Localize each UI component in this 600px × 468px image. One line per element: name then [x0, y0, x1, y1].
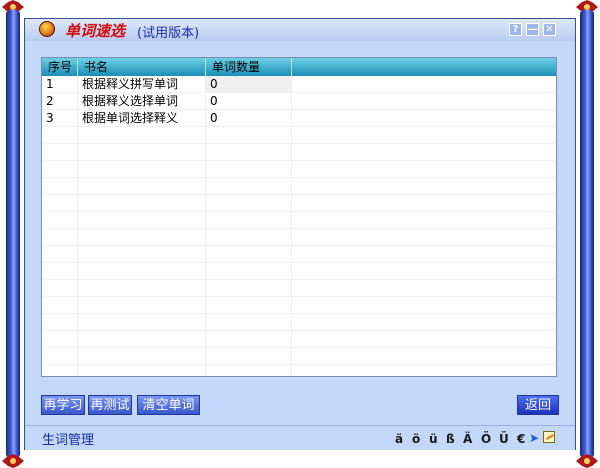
relearn-button[interactable]: 再学习: [41, 395, 85, 415]
char-a-umlaut[interactable]: ä: [395, 432, 403, 446]
row-book-name: 根据释义选择单词: [82, 94, 179, 108]
row-index: 3: [46, 111, 54, 125]
note-edit-icon[interactable]: [543, 431, 555, 443]
row-book-name: 根据单词选择释义: [82, 111, 179, 125]
row-index: 2: [46, 94, 54, 108]
char-A-umlaut[interactable]: Ä: [463, 432, 472, 446]
rod-finial-bottom-right: [576, 454, 598, 468]
char-u-umlaut[interactable]: ü: [429, 432, 438, 446]
app-logo-icon: [39, 21, 55, 37]
title-bar[interactable]: 单词速选 (试用版本) ? — ✕: [25, 19, 575, 41]
app-name: 单词速选: [65, 22, 126, 40]
column-header-count[interactable]: 单词数量: [206, 58, 292, 76]
table-row[interactable]: 2 根据释义选择单词 0: [42, 93, 556, 110]
close-icon[interactable]: ✕: [543, 23, 556, 36]
row-book-name: 根据释义拼写单词: [82, 77, 179, 91]
rod-finial-bottom-left: [2, 454, 24, 468]
back-button[interactable]: 返回: [517, 395, 559, 415]
scroll-rod-left: [2, 0, 24, 468]
row-word-count: 0: [210, 94, 218, 108]
status-bar: 生词管理 ä ö ü ß Ä Ö Ü € ➤: [25, 425, 575, 450]
word-book-table: 序号 书名 单词数量 1 根据释义拼写单词 0 2 根据释义选择单词 0 3 根…: [41, 57, 557, 377]
minimize-icon[interactable]: —: [526, 23, 539, 36]
char-o-umlaut[interactable]: ö: [412, 432, 420, 446]
arrow-right-icon[interactable]: ➤: [529, 432, 539, 444]
char-O-umlaut[interactable]: Ö: [481, 432, 491, 446]
scroll-rod-right: [576, 0, 598, 468]
row-word-count: 0: [206, 76, 292, 92]
row-index: 1: [46, 77, 54, 91]
column-header-index[interactable]: 序号: [42, 58, 78, 76]
main-window: 单词速选 (试用版本) ? — ✕ 序号 书名 单词数量 1 根据释义拼写单词 …: [24, 18, 576, 450]
char-eszett[interactable]: ß: [446, 432, 455, 446]
column-header-name[interactable]: 书名: [78, 58, 206, 76]
retest-button[interactable]: 再测试: [88, 395, 132, 415]
clear-words-button[interactable]: 清空单词: [137, 395, 200, 415]
help-icon[interactable]: ?: [509, 23, 522, 36]
char-U-umlaut[interactable]: Ü: [499, 432, 509, 446]
char-euro[interactable]: €: [517, 432, 525, 446]
edition-label: (试用版本): [137, 26, 200, 41]
table-row[interactable]: 1 根据释义拼写单词 0: [42, 76, 556, 93]
table-row[interactable]: 3 根据单词选择释义 0: [42, 110, 556, 127]
row-word-count: 0: [210, 111, 218, 125]
vocabulary-management-link[interactable]: 生词管理: [42, 429, 94, 448]
table-header: 序号 书名 单词数量: [42, 58, 556, 76]
